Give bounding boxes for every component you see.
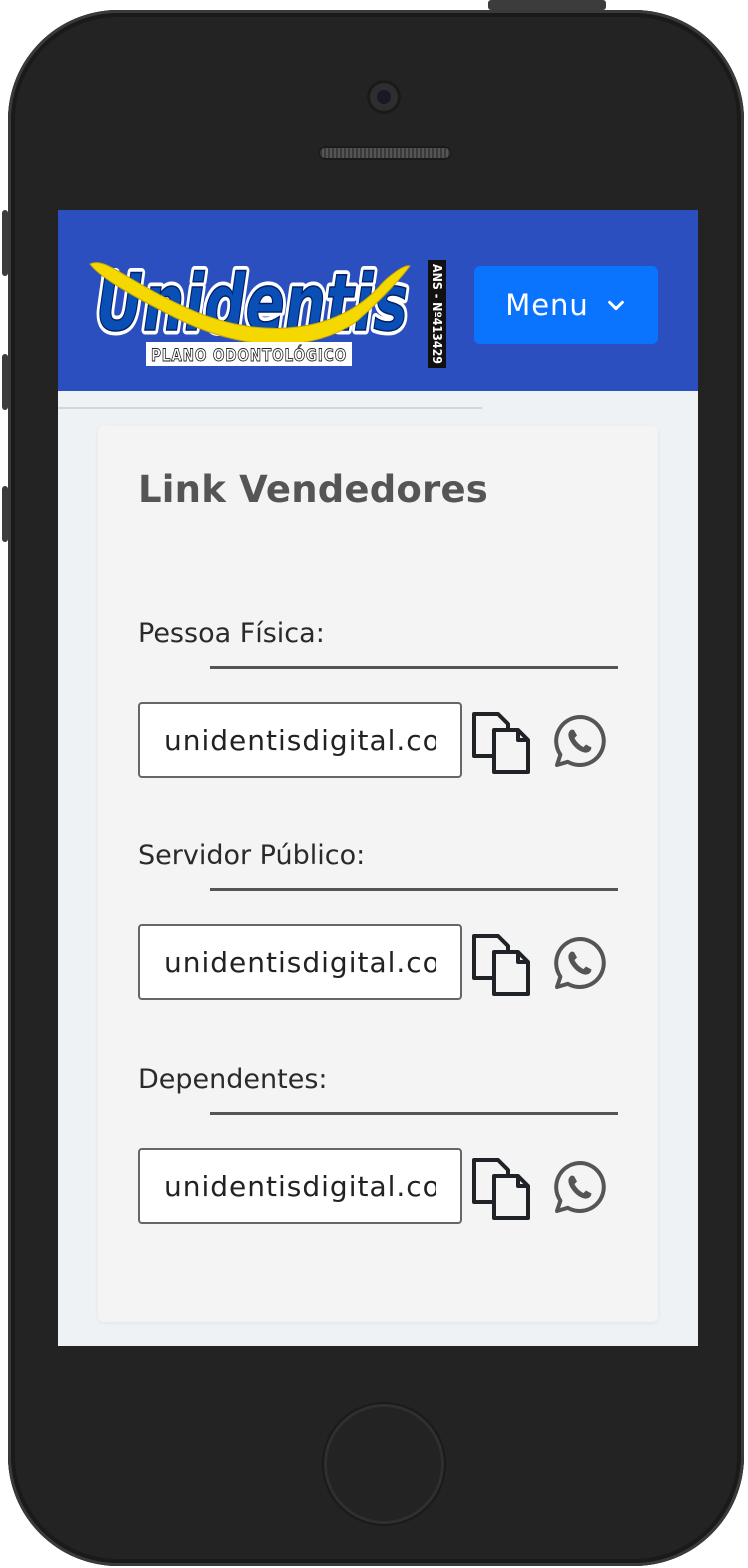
power-button (488, 0, 606, 10)
whatsapp-icon[interactable] (552, 1159, 608, 1215)
chevron-down-icon (607, 300, 624, 311)
screen: Unidentis Unidentis PLANO ODONTOLÓGICO A… (58, 210, 698, 1346)
volume-down-button (2, 486, 8, 542)
site-header: Unidentis Unidentis PLANO ODONTOLÓGICO A… (58, 210, 698, 391)
unidentis-logo[interactable]: Unidentis Unidentis PLANO ODONTOLÓGICO A… (86, 252, 448, 374)
link-vendedores-card: Link Vendedores Pessoa Física: unidentis… (98, 426, 658, 1322)
section-divider (210, 1112, 618, 1115)
header-divider (58, 407, 482, 409)
link-field[interactable] (138, 1148, 462, 1224)
mute-switch (2, 210, 8, 276)
logo-graphic: Unidentis Unidentis PLANO ODONTOLÓGICO A… (89, 255, 446, 368)
whatsapp-icon[interactable] (552, 935, 608, 991)
link-field[interactable] (138, 924, 462, 1000)
section-label: Pessoa Física: (138, 618, 325, 649)
home-button[interactable] (324, 1404, 444, 1524)
whatsapp-icon[interactable] (552, 713, 608, 769)
copy-icon[interactable] (470, 932, 536, 998)
section-divider (210, 888, 618, 891)
ans-badge: ANS - Nº413429 (430, 264, 444, 364)
copy-icon[interactable] (470, 710, 536, 776)
copy-icon[interactable] (470, 1156, 536, 1222)
section-label: Servidor Público: (138, 840, 366, 871)
menu-label: Menu (505, 288, 589, 322)
section-label: Dependentes: (138, 1064, 328, 1095)
front-camera (367, 80, 401, 114)
section-divider (210, 666, 618, 669)
link-field[interactable] (138, 702, 462, 778)
menu-button[interactable]: Menu (474, 266, 658, 344)
volume-up-button (2, 354, 8, 410)
page-title: Link Vendedores (138, 468, 488, 511)
earpiece-speaker (318, 146, 452, 160)
logo-tagline: PLANO ODONTOLÓGICO (151, 344, 347, 366)
